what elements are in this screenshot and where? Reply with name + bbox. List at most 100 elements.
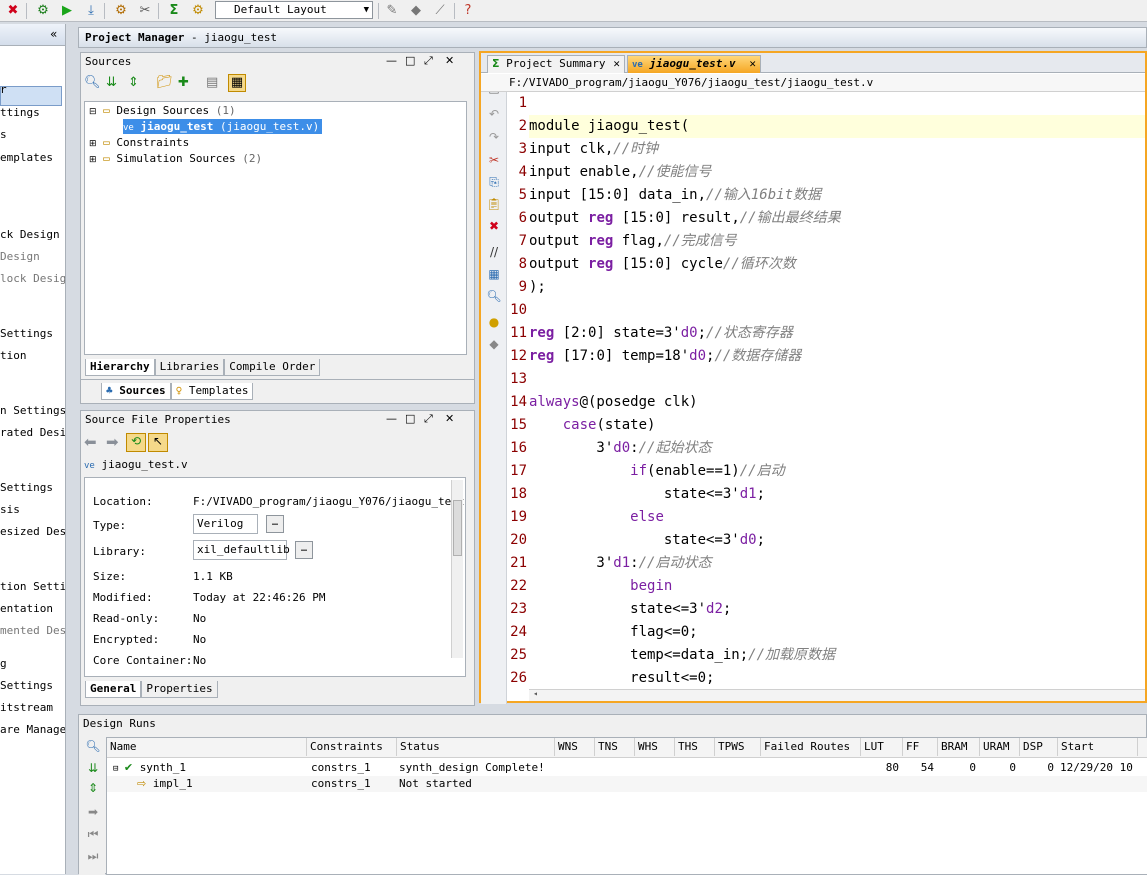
collapse-icon[interactable]: « (50, 27, 57, 41)
collapse-all-icon[interactable]: ⇊ (85, 760, 101, 776)
run-icon[interactable]: ⚙ (34, 2, 52, 20)
scroll-left-icon[interactable]: ◂ (533, 689, 538, 698)
float-icon[interactable]: ⤢ (424, 412, 433, 426)
back-icon[interactable]: ⬅ (84, 433, 97, 451)
close-icon[interactable]: ✕ (613, 56, 620, 72)
flow-item[interactable]: lock Design (0, 271, 65, 287)
search-icon[interactable]: 🔍︎ (85, 738, 101, 754)
layout-select[interactable]: Default Layout ▼ (215, 1, 373, 19)
diamond-icon[interactable]: ◆ (407, 2, 425, 20)
properties-scrollbar[interactable] (451, 480, 463, 658)
help-icon[interactable]: ? (459, 2, 477, 20)
gear-icon[interactable]: ⚙ (112, 2, 130, 20)
close-icon[interactable]: ✖ (4, 2, 22, 20)
column-header[interactable]: TNS (595, 738, 635, 756)
flow-item[interactable]: tion Settin (0, 579, 65, 595)
minimize-icon[interactable]: — (386, 412, 397, 425)
flow-item[interactable]: Design (0, 249, 40, 265)
tab-properties[interactable]: Properties (141, 681, 218, 698)
flow-item[interactable]: rated Desig (0, 425, 65, 441)
close-icon[interactable]: ✕ (445, 412, 454, 425)
document-icon[interactable]: ▤ (206, 75, 218, 90)
flow-item[interactable]: sis (0, 502, 20, 518)
type-browse-button[interactable]: … (266, 515, 284, 533)
run-step-icon[interactable]: ➡ (85, 804, 101, 820)
tab-sources[interactable]: ♣ Sources (101, 383, 171, 400)
type-field[interactable]: Verilog (193, 514, 258, 534)
column-header[interactable]: THS (675, 738, 715, 756)
library-field[interactable]: xil_defaultlib (193, 540, 290, 560)
column-header[interactable]: URAM (980, 738, 1020, 756)
tab-templates[interactable]: ♀ Templates (170, 383, 254, 400)
float-icon[interactable]: ⤢ (424, 54, 433, 68)
minimize-icon[interactable]: — (386, 54, 397, 67)
column-header[interactable]: FF (903, 738, 938, 756)
sync-icon[interactable]: ⟲ (126, 433, 146, 452)
column-header[interactable]: Status (397, 738, 555, 756)
play-icon[interactable]: ▶ (58, 2, 76, 20)
comment-icon[interactable]: // (486, 244, 502, 260)
column-header[interactable]: TPWS (715, 738, 761, 756)
column-header[interactable]: Constraints (307, 738, 397, 756)
tree-item-simulation-sources[interactable]: ⊞ ▭ Simulation Sources (2) (89, 151, 262, 166)
flow-item[interactable]: tion (0, 348, 27, 364)
delete-icon[interactable]: ✖ (486, 218, 502, 234)
flow-item[interactable]: esized Desi (0, 524, 65, 540)
search-icon[interactable]: 🔍︎ (84, 75, 101, 90)
maximize-icon[interactable]: □ (405, 54, 415, 67)
bulb-icon[interactable]: ● (486, 314, 502, 330)
column-header[interactable]: DSP (1020, 738, 1058, 756)
flow-item[interactable]: ck Design (0, 227, 60, 243)
cut-icon[interactable]: ✂ (486, 152, 502, 168)
flow-item[interactable]: entation (0, 601, 53, 617)
forward-icon[interactable]: ➡ (106, 433, 119, 451)
column-header[interactable]: LUT (861, 738, 903, 756)
code-area[interactable]: module jiaogu_test(input clk,//时钟 input e… (529, 93, 1145, 687)
program-icon[interactable]: ⤓ (82, 2, 100, 20)
column-header[interactable]: BRAM (938, 738, 980, 756)
collapse-all-icon[interactable]: ⇊ (106, 75, 117, 90)
properties-icon[interactable]: ▦ (228, 74, 246, 92)
language-icon[interactable]: ◆ (486, 336, 502, 352)
tools-icon[interactable]: ✂ (136, 2, 154, 20)
add-sources-icon[interactable]: ✚ (178, 75, 189, 90)
sigma-icon[interactable]: Σ (165, 2, 183, 20)
flow-item[interactable]: Settings (0, 678, 53, 694)
close-icon[interactable]: ✕ (749, 56, 756, 72)
flow-item[interactable]: itstream (0, 700, 53, 716)
wand-icon[interactable]: ⟋ (431, 2, 449, 20)
undo-icon[interactable]: ↶ (486, 106, 502, 122)
flow-item[interactable]: ttings (0, 105, 40, 121)
find-icon[interactable]: 🔍︎ (486, 288, 502, 304)
expand-all-icon[interactable]: ⇕ (128, 75, 139, 90)
settings-icon[interactable]: ⚙ (189, 2, 207, 20)
column-header[interactable]: Name (107, 738, 307, 756)
pointer-icon[interactable]: ↖ (148, 433, 168, 452)
flow-item[interactable]: mented Desi (0, 623, 65, 639)
tree-item-jiaogu-test[interactable]: ve jiaogu_test (jiaogu_test.v) (123, 119, 323, 134)
pin-icon[interactable]: ✎ (383, 2, 401, 20)
folder-icon[interactable]: 📁︎ (156, 75, 173, 90)
tree-item-design-sources[interactable]: ⊟ ▭ Design Sources (1) (89, 103, 236, 118)
column-header[interactable]: WNS (555, 738, 595, 756)
copy-icon[interactable]: ⎘ (486, 174, 502, 190)
tab-hierarchy[interactable]: Hierarchy (85, 359, 155, 376)
tab-project-summary[interactable]: Σ Project Summary ✕ (487, 55, 625, 73)
column-header[interactable]: Failed Routes (761, 738, 861, 756)
expand-all-icon[interactable]: ⇕ (85, 780, 101, 796)
paste-icon[interactable]: 📋︎ (486, 196, 502, 212)
flow-item[interactable]: are Manager (0, 722, 65, 738)
last-icon[interactable]: ⏭ (85, 848, 101, 864)
flow-item[interactable]: r (0, 82, 7, 98)
flow-item[interactable]: Settings (0, 480, 53, 496)
column-header[interactable]: WHS (635, 738, 675, 756)
maximize-icon[interactable]: □ (405, 412, 415, 425)
flow-item[interactable]: emplates (0, 150, 53, 166)
library-browse-button[interactable]: … (295, 541, 313, 559)
flow-item[interactable]: g (0, 656, 7, 672)
tab-libraries[interactable]: Libraries (154, 359, 225, 376)
tab-general[interactable]: General (85, 681, 142, 698)
redo-icon[interactable]: ↷ (486, 129, 502, 145)
table-row[interactable]: ⇨ impl_1 constrs_1 Not started (107, 776, 1147, 792)
editor-hscrollbar[interactable]: ◂ (529, 689, 1145, 701)
